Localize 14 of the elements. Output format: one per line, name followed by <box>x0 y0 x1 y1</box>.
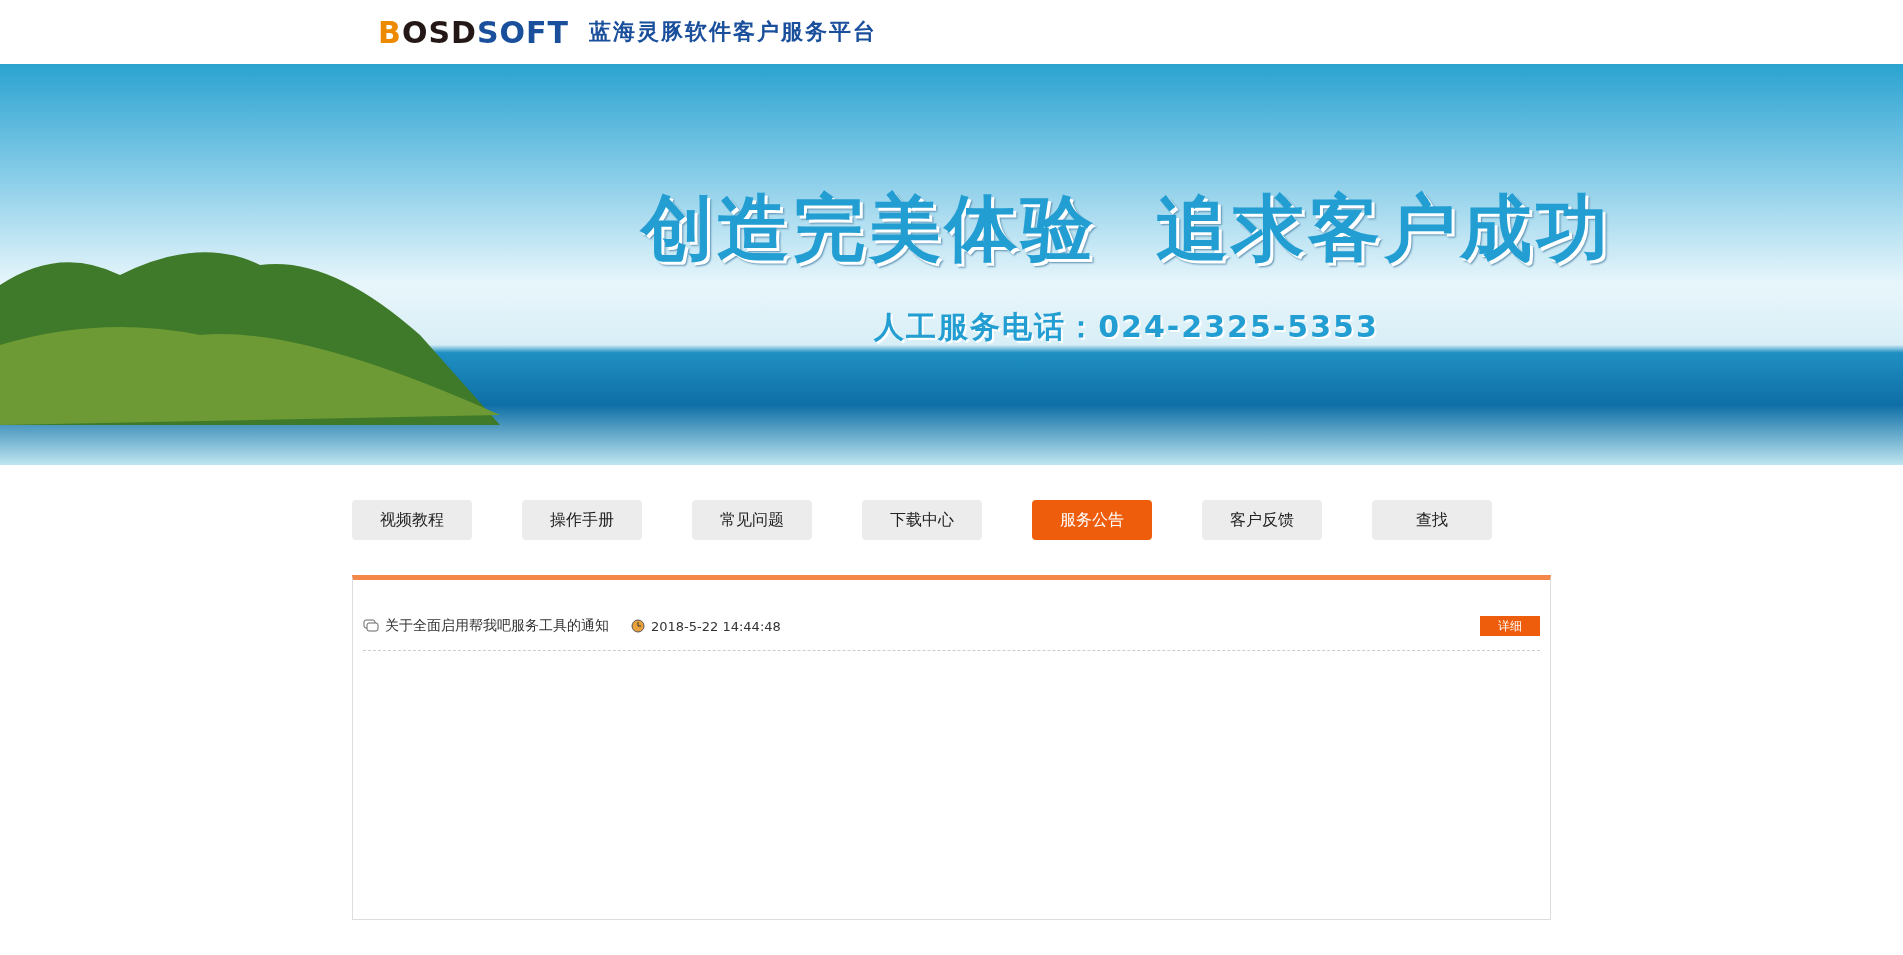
notice-title[interactable]: 关于全面启用帮我吧服务工具的通知 <box>385 617 609 635</box>
banner-phone: 人工服务电话：024-2325-5353 <box>874 308 1379 346</box>
nav-tab[interactable]: 视频教程 <box>352 500 472 540</box>
nav-tab[interactable]: 下载中心 <box>862 500 982 540</box>
nav-tab[interactable]: 查找 <box>1372 500 1492 540</box>
nav-tab[interactable]: 常见问题 <box>692 500 812 540</box>
notice-date: 2018-5-22 14:44:48 <box>651 618 781 634</box>
site-title: 蓝海灵豚软件客户服务平台 <box>588 18 877 46</box>
nav-tab[interactable]: 操作手册 <box>522 500 642 540</box>
banner-headline: 创造完美体验 追求客户成功 <box>641 185 1612 272</box>
clock-icon <box>631 619 645 633</box>
nav-tab[interactable]: 客户反馈 <box>1202 500 1322 540</box>
logo: BOSDSOFT <box>378 14 569 50</box>
message-icon <box>363 619 379 633</box>
